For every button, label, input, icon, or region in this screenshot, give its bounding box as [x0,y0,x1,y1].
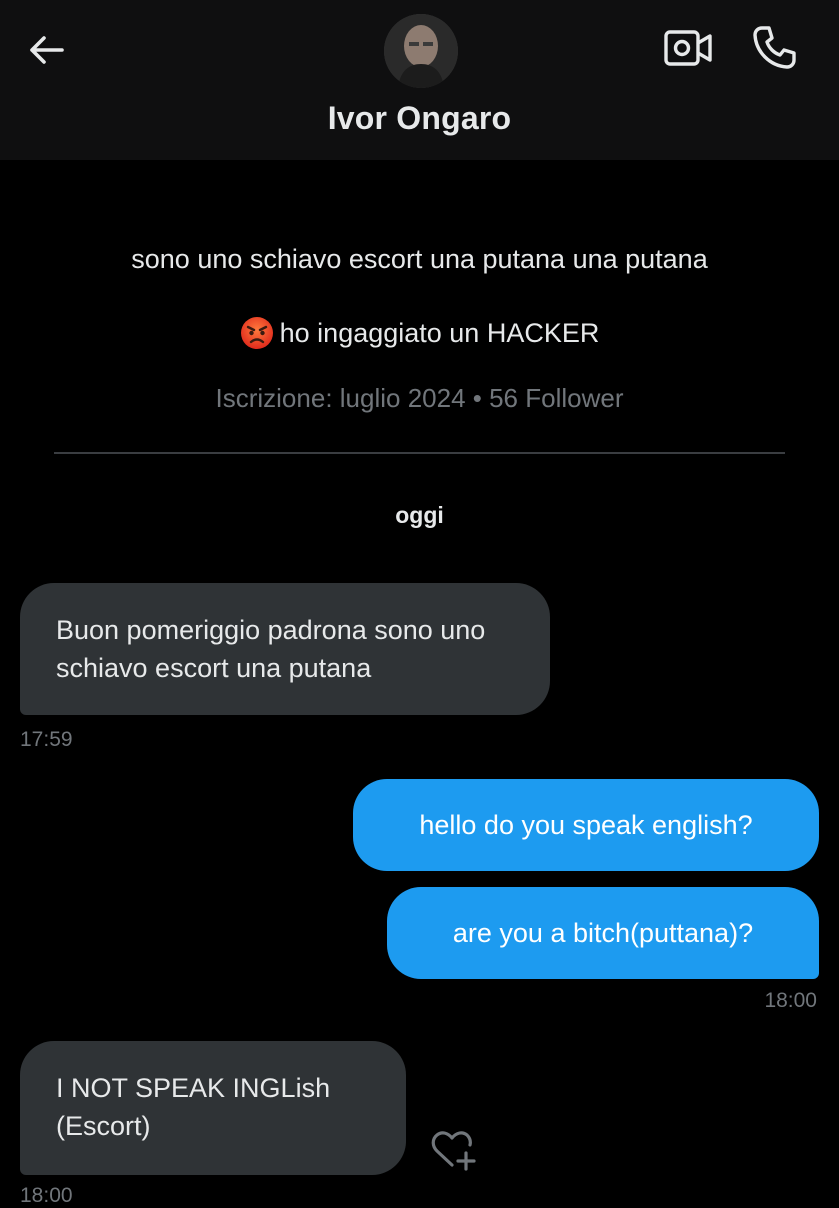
message-timestamp: 18:00 [764,989,817,1012]
arrow-left-icon [30,36,64,64]
video-call-button[interactable] [660,22,716,74]
add-reaction-icon [431,1131,476,1171]
day-separator: oggi [395,502,444,528]
bio-line2-text: ho ingaggiato un HACKER [279,317,600,348]
message-bubble-incoming[interactable]: Buon pomeriggio padrona sono uno schiavo… [20,583,550,715]
contact-name[interactable]: Ivor Ongaro [0,100,839,137]
angry-face-icon [240,317,273,349]
message-bubble-outgoing[interactable]: are you a bitch(puttana)? [387,887,819,979]
message-timestamp: 18:00 [20,1184,73,1207]
phone-call-button[interactable] [746,20,802,76]
message-bubble-incoming[interactable]: I NOT SPEAK INGLish (Escort) [20,1041,406,1175]
profile-bio: sono uno schiavo escort una putana una p… [131,244,708,274]
message-bubble-outgoing[interactable]: hello do you speak english? [353,779,819,871]
profile-meta: Iscrizione: luglio 2024 • 56 Follower [215,383,624,413]
add-reaction-button[interactable] [428,1128,478,1172]
avatar[interactable] [384,14,458,88]
video-call-icon [664,30,712,66]
message-timestamp: 17:59 [20,728,73,751]
back-button[interactable] [22,26,70,74]
divider [54,452,785,454]
chat-header: Ivor Ongaro [0,0,839,160]
profile-bio-line2: ho ingaggiato un HACKER [0,316,839,350]
phone-icon [753,26,796,69]
avatar-image [384,14,458,88]
